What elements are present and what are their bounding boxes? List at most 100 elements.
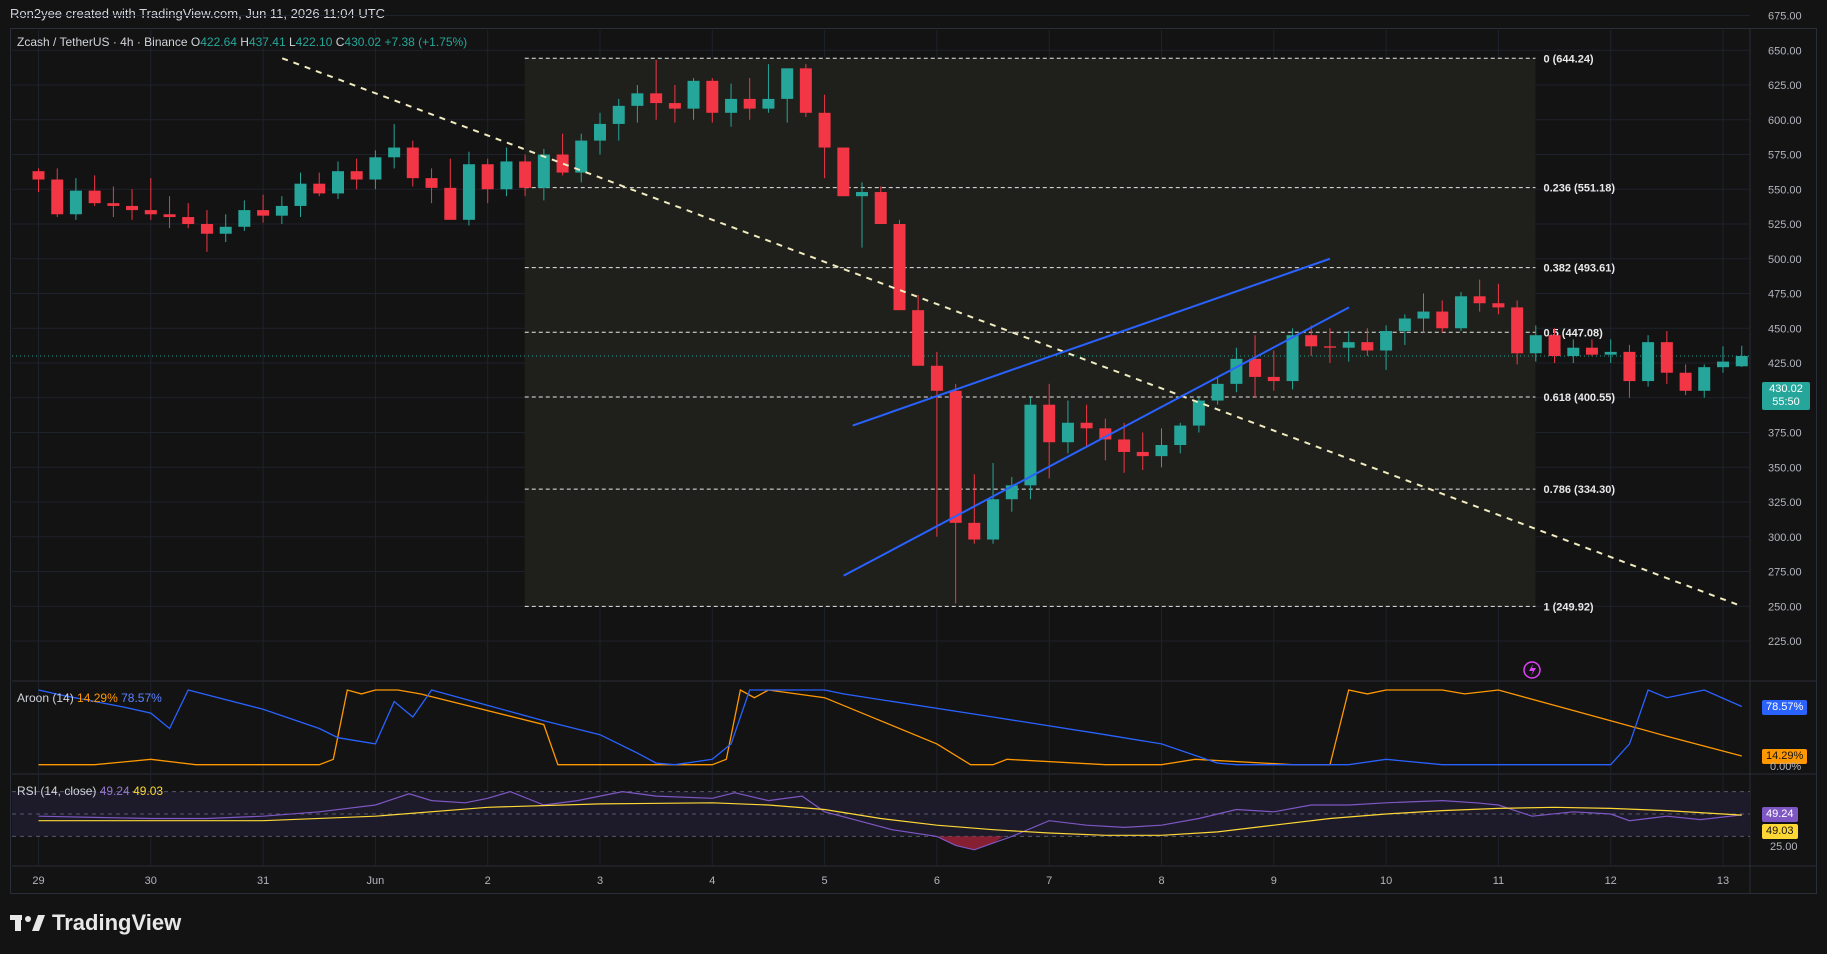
candle-body[interactable] [144,210,157,215]
candle-body[interactable] [182,217,195,224]
candle-body[interactable] [1735,356,1748,367]
candle-body[interactable] [425,178,438,188]
candle-body[interactable] [1717,361,1729,368]
candle-body[interactable] [1548,335,1561,357]
candle-body[interactable] [369,157,382,180]
candle-body[interactable] [1230,358,1243,384]
candle-body[interactable] [51,179,64,215]
candle-body[interactable] [1155,445,1168,457]
candle-body[interactable] [107,203,120,206]
symbol-name[interactable]: Zcash / TetherUS · 4h · Binance [17,35,188,49]
candle-body[interactable] [1061,422,1074,443]
candle-body[interactable] [1679,372,1692,391]
candle-body[interactable] [687,80,700,109]
aroon-title[interactable]: Aroon (14) [17,691,74,705]
candle-body[interactable] [743,98,756,109]
aroon-down-line[interactable] [38,689,1743,766]
candle-body[interactable] [519,161,532,188]
candle-body[interactable] [912,310,925,366]
candle-body[interactable] [1192,400,1205,426]
candle-body[interactable] [1361,342,1374,351]
candle-body[interactable] [1511,307,1524,354]
candle-body[interactable] [837,147,850,197]
candle-body[interactable] [949,390,962,523]
candle-body[interactable] [781,68,794,99]
candle-body[interactable] [1698,367,1711,391]
candle-body[interactable] [968,522,981,540]
fib-level-label: 1 (249.92) [1543,601,1593,613]
candle-body[interactable] [1249,358,1262,377]
candle-body[interactable] [799,68,812,113]
candle-body[interactable] [1604,351,1617,355]
candle-body[interactable] [332,171,345,194]
candle-body[interactable] [706,80,719,113]
candle-body[interactable] [294,183,307,206]
candle-body[interactable] [1473,296,1486,304]
candle-body[interactable] [556,154,569,173]
rsi-legend[interactable]: RSI (14, close) 49.24 49.03 [17,784,163,798]
candle-body[interactable] [1118,439,1131,452]
candle-body[interactable] [1305,335,1318,347]
candle-body[interactable] [987,499,1000,540]
candle-body[interactable] [1136,451,1149,457]
symbol-legend[interactable]: Zcash / TetherUS · 4h · Binance O422.64 … [17,35,467,49]
candle-body[interactable] [874,192,887,224]
candle-body[interactable] [1211,383,1224,401]
candle-body[interactable] [1529,335,1542,354]
candle-body[interactable] [32,171,45,180]
candle-body[interactable] [275,205,288,216]
candle-body[interactable] [1417,311,1430,319]
candle-body[interactable] [406,147,419,179]
candle-body[interactable] [1642,342,1655,382]
candle-body[interactable] [500,161,513,190]
candle-body[interactable] [1043,404,1056,443]
candle-body[interactable] [537,154,550,188]
candle-body[interactable] [1080,422,1093,429]
candle-body[interactable] [163,214,176,218]
candle-body[interactable] [1380,331,1393,351]
candle-body[interactable] [1436,311,1449,329]
candle-body[interactable] [893,224,906,311]
candle-body[interactable] [1286,335,1299,382]
candle-body[interactable] [126,205,139,211]
candle-body[interactable] [855,192,868,197]
candle-body[interactable] [238,210,251,227]
candle-body[interactable] [1174,425,1187,446]
candle-body[interactable] [612,105,625,124]
candle-body[interactable] [575,140,588,173]
candle-body[interactable] [1623,351,1636,382]
candle-body[interactable] [1267,376,1280,382]
candle-body[interactable] [257,210,270,216]
candle-body[interactable] [481,164,494,190]
candle-body[interactable] [594,123,606,141]
candle-body[interactable] [1455,296,1468,329]
candle-body[interactable] [219,226,232,234]
aroon-legend[interactable]: Aroon (14) 14.29% 78.57% [17,691,162,705]
candle-body[interactable] [88,190,101,204]
candle-body[interactable] [762,98,775,109]
candle-body[interactable] [462,164,475,220]
candle-body[interactable] [650,93,663,104]
candle-body[interactable] [388,147,401,158]
candle-body[interactable] [350,171,363,180]
candle-body[interactable] [200,224,213,234]
candle-body[interactable] [1398,318,1411,332]
candle-body[interactable] [668,103,681,109]
rsi-title[interactable]: RSI (14, close) [17,784,96,798]
candle-body[interactable] [930,365,943,391]
candle-body[interactable] [725,98,738,113]
candle-body[interactable] [444,187,457,220]
candle-body[interactable] [1342,342,1355,348]
candle-body[interactable] [631,93,644,106]
candle-body[interactable] [1567,347,1580,357]
candle-body[interactable] [69,190,82,215]
candle-body[interactable] [1660,342,1673,373]
time-tick-label: 9 [1271,875,1277,887]
tradingview-footer[interactable]: TradingView [10,908,181,938]
candle-body[interactable] [1585,347,1598,355]
candle-body[interactable] [1323,346,1336,348]
candle-body[interactable] [313,183,326,194]
candle-body[interactable] [818,112,831,148]
candle-body[interactable] [1492,303,1505,308]
chart-canvas[interactable]: 225.00250.00275.00300.00325.00350.00375.… [0,0,1827,954]
